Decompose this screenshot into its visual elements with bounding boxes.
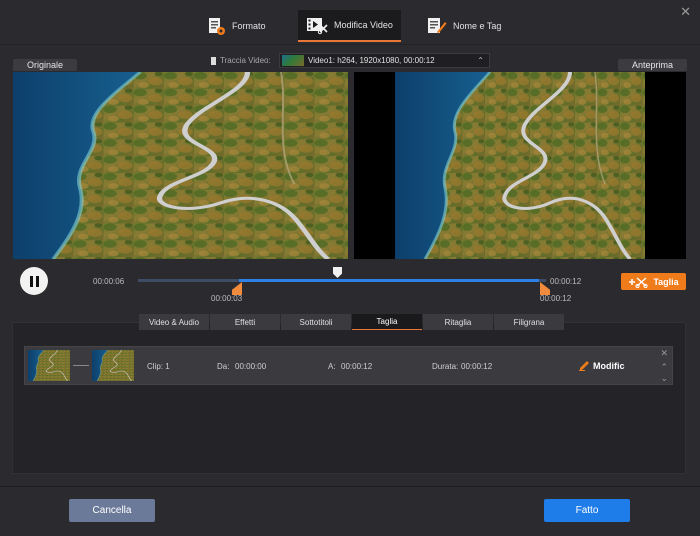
tab-effetti[interactable]: Effetti — [210, 314, 280, 330]
preview-video — [354, 72, 686, 259]
trim-start-time: 00:00:03 — [211, 294, 243, 303]
clip-duration-value: 00:00:12 — [461, 362, 493, 371]
top-bar: Formato Modifica Video Nome e Tag ✕ — [0, 0, 700, 44]
tab-modifica-video[interactable]: Modifica Video — [298, 10, 401, 42]
clip-number: Clip: 1 — [147, 362, 170, 371]
preview-label: Anteprima — [618, 59, 688, 71]
pause-button[interactable] — [20, 267, 48, 295]
original-label: Originale — [13, 59, 78, 71]
clip-range-dash — [73, 365, 89, 366]
clip-from-value: 00:00:00 — [235, 362, 267, 371]
tab-nome-tag-label: Nome e Tag — [453, 21, 502, 31]
film-icon — [211, 56, 216, 65]
cancel-button[interactable]: Cancella — [69, 499, 155, 522]
clip-from-label: Da: — [217, 362, 230, 371]
timeline-selection — [239, 279, 539, 282]
track-label: Traccia Video: — [220, 56, 271, 65]
track-label-row: Traccia Video: — [211, 53, 271, 68]
trim-end-time: 00:00:12 — [540, 294, 572, 303]
clip-duration-label: Durata: — [432, 362, 459, 371]
remove-clip-icon[interactable]: ✕ — [660, 349, 668, 358]
edit-video-icon — [307, 18, 328, 35]
sub-tabs: Video & Audio Effetti Sottotitoli Taglia… — [139, 314, 564, 330]
preview-video-image — [395, 72, 645, 259]
original-video — [13, 72, 348, 259]
modifica-label: Modific — [593, 361, 625, 371]
tab-filigrana[interactable]: Filigrana — [494, 314, 564, 330]
timeline-end-time: 00:00:12 — [550, 277, 582, 286]
playhead-handle[interactable] — [333, 267, 342, 278]
tab-video-audio[interactable]: Video & Audio — [139, 314, 209, 330]
taglia-button-label: Taglia — [653, 276, 679, 287]
original-video-image — [13, 72, 348, 259]
add-cut-icon — [629, 276, 648, 288]
taglia-button[interactable]: Taglia — [621, 273, 686, 290]
timeline-track[interactable] — [138, 279, 546, 282]
tab-nome-tag[interactable]: Nome e Tag — [417, 10, 509, 42]
track-value: Video1: h264, 1920x1080, 00:00:12 — [308, 56, 435, 65]
pause-icon — [29, 275, 33, 287]
close-icon[interactable]: ✕ — [680, 5, 691, 18]
divider — [0, 44, 700, 45]
clip-to-value: 00:00:12 — [341, 362, 373, 371]
track-thumbnail — [282, 55, 304, 66]
select-caret-icon: ⌃ — [477, 56, 484, 65]
tab-modifica-video-label: Modifica Video — [334, 20, 393, 30]
pencil-icon — [579, 361, 589, 371]
clip-start-thumbnail — [28, 350, 70, 381]
format-icon — [209, 18, 225, 35]
clip-end-thumbnail — [92, 350, 134, 381]
clip-to-label: A: — [328, 362, 336, 371]
clip-row[interactable]: Clip: 1 Da: 00:00:00 A: 00:00:12 Durata:… — [24, 346, 673, 385]
footer-divider — [0, 486, 700, 487]
editor-panel — [12, 322, 686, 474]
tab-formato-label: Formato — [232, 21, 266, 31]
move-up-icon[interactable]: ⌃ — [660, 363, 668, 372]
tab-formato[interactable]: Formato — [198, 10, 274, 42]
modifica-button[interactable]: Modific — [579, 361, 625, 371]
tab-sottotitoli[interactable]: Sottotitoli — [281, 314, 351, 330]
track-select[interactable]: Video1: h264, 1920x1080, 00:00:12 ⌃ — [279, 53, 490, 68]
move-down-icon[interactable]: ⌄ — [660, 374, 668, 383]
timeline-start-time: 00:00:06 — [93, 277, 125, 286]
tab-ritaglia[interactable]: Ritaglia — [423, 314, 493, 330]
done-button[interactable]: Fatto — [544, 499, 630, 522]
tab-taglia[interactable]: Taglia — [352, 314, 422, 330]
name-tag-icon — [428, 18, 447, 34]
